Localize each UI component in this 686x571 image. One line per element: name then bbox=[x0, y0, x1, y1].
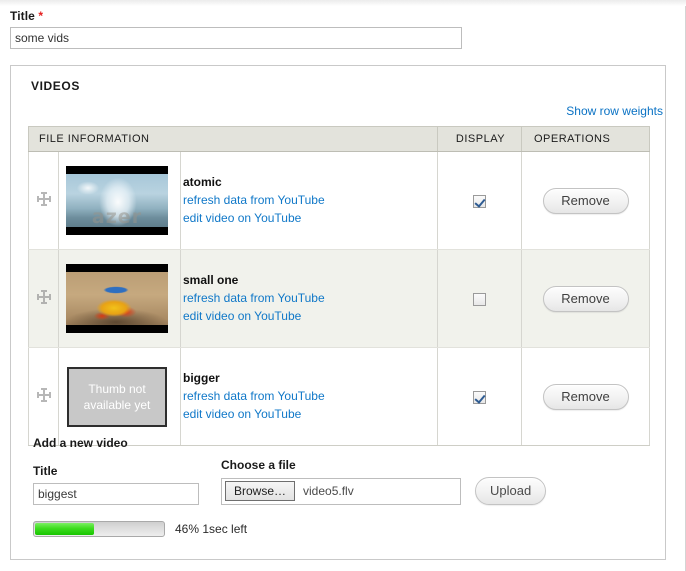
new-video-title-input[interactable] bbox=[33, 483, 199, 505]
operations-cell: Remove bbox=[521, 347, 650, 446]
column-header-file-information: FILE INFORMATION bbox=[28, 126, 438, 152]
letterbox-bar-bottom bbox=[66, 325, 168, 333]
show-row-weights-link[interactable]: Show row weights bbox=[566, 104, 663, 118]
video-thumbnail[interactable]: azer bbox=[66, 166, 168, 235]
browse-button[interactable]: Browse… bbox=[225, 481, 296, 501]
thumbnail-cell: Thumb not available yet bbox=[58, 347, 181, 446]
drag-handle-cell[interactable] bbox=[28, 151, 59, 250]
page-root: Title * VIDEOS Show row weights FILE INF… bbox=[0, 0, 686, 571]
title-input[interactable] bbox=[10, 27, 462, 49]
file-information-cell: small one refresh data from YouTube edit… bbox=[180, 249, 438, 348]
drag-handle-cell[interactable] bbox=[28, 249, 59, 348]
file-information-cell: bigger refresh data from YouTube edit vi… bbox=[180, 347, 438, 446]
add-new-video-heading: Add a new video bbox=[33, 436, 128, 450]
operations-cell: Remove bbox=[521, 151, 650, 250]
table-row: Thumb not available yet bigger refresh d… bbox=[28, 347, 650, 446]
drag-handle-cell[interactable] bbox=[28, 347, 59, 446]
placeholder-line-1: Thumb not bbox=[88, 381, 146, 396]
edit-video-link[interactable]: edit video on YouTube bbox=[183, 209, 437, 227]
display-cell bbox=[437, 151, 522, 250]
column-header-display: DISPLAY bbox=[437, 126, 522, 152]
display-checkbox[interactable] bbox=[473, 390, 486, 404]
display-cell bbox=[437, 249, 522, 348]
progress-message: 46% 1sec left bbox=[175, 522, 248, 536]
thumbnail-image-geyser: azer bbox=[66, 166, 168, 235]
letterbox-bar-top bbox=[66, 166, 168, 174]
letterbox-bar-bottom bbox=[66, 227, 168, 235]
refresh-data-link[interactable]: refresh data from YouTube bbox=[183, 387, 437, 405]
file-information-cell: atomic refresh data from YouTube edit vi… bbox=[180, 151, 438, 250]
move-cross-icon[interactable] bbox=[36, 191, 52, 207]
required-marker-icon: * bbox=[38, 9, 44, 23]
table-row: small one refresh data from YouTube edit… bbox=[28, 249, 650, 348]
choose-file-form-item: Choose a file Browse… video5.flv Upload bbox=[221, 458, 547, 505]
video-title: bigger bbox=[183, 370, 220, 385]
letterbox-bar-top bbox=[66, 264, 168, 272]
refresh-data-link[interactable]: refresh data from YouTube bbox=[183, 289, 437, 307]
table-row: azer atomic refresh data from YouTube ed… bbox=[28, 151, 650, 250]
title-form-item: Title * bbox=[10, 9, 470, 49]
add-new-video-section: Add a new video Title Choose a file Brow… bbox=[33, 436, 645, 505]
move-cross-icon[interactable] bbox=[36, 289, 52, 305]
thumbnail-watermark: azer bbox=[91, 206, 143, 228]
video-title: atomic bbox=[183, 174, 222, 189]
remove-button[interactable]: Remove bbox=[542, 187, 629, 214]
progress-bar-track bbox=[33, 521, 165, 537]
column-header-operations: OPERATIONS bbox=[521, 126, 650, 152]
display-cell bbox=[437, 347, 522, 446]
videos-table: FILE INFORMATION DISPLAY OPERATIONS azer… bbox=[28, 126, 650, 446]
top-gradient-strip bbox=[0, 0, 686, 6]
edit-video-link[interactable]: edit video on YouTube bbox=[183, 307, 437, 325]
thumbnail-image-lego bbox=[66, 264, 168, 333]
file-input[interactable]: Browse… video5.flv bbox=[221, 477, 461, 505]
placeholder-line-2: available yet bbox=[83, 397, 151, 412]
choose-file-label: Choose a file bbox=[221, 458, 296, 472]
refresh-data-link[interactable]: refresh data from YouTube bbox=[183, 191, 437, 209]
videos-legend: VIDEOS bbox=[31, 79, 80, 93]
upload-progress: 46% 1sec left bbox=[33, 521, 247, 537]
edit-video-link[interactable]: edit video on YouTube bbox=[183, 405, 437, 423]
remove-button[interactable]: Remove bbox=[542, 285, 629, 312]
title-label-text: Title bbox=[10, 9, 35, 23]
move-cross-icon[interactable] bbox=[36, 387, 52, 403]
display-checkbox[interactable] bbox=[473, 292, 486, 306]
display-checkbox[interactable] bbox=[473, 194, 486, 208]
new-video-title-form-item: Title bbox=[33, 464, 205, 505]
operations-cell: Remove bbox=[521, 249, 650, 348]
progress-bar-fill bbox=[35, 523, 94, 535]
thumbnail-cell: azer bbox=[58, 151, 181, 250]
new-video-title-label: Title bbox=[33, 464, 58, 478]
thumbnail-cell bbox=[58, 249, 181, 348]
videos-fieldset: VIDEOS Show row weights FILE INFORMATION… bbox=[10, 65, 666, 560]
thumbnail-placeholder: Thumb not available yet bbox=[67, 366, 167, 427]
upload-button[interactable]: Upload bbox=[475, 477, 547, 505]
table-header-row: FILE INFORMATION DISPLAY OPERATIONS bbox=[28, 126, 650, 152]
remove-button[interactable]: Remove bbox=[542, 383, 629, 410]
video-thumbnail[interactable] bbox=[66, 264, 168, 333]
selected-file-name: video5.flv bbox=[303, 484, 354, 498]
title-label: Title * bbox=[10, 9, 470, 23]
video-title: small one bbox=[183, 272, 239, 287]
